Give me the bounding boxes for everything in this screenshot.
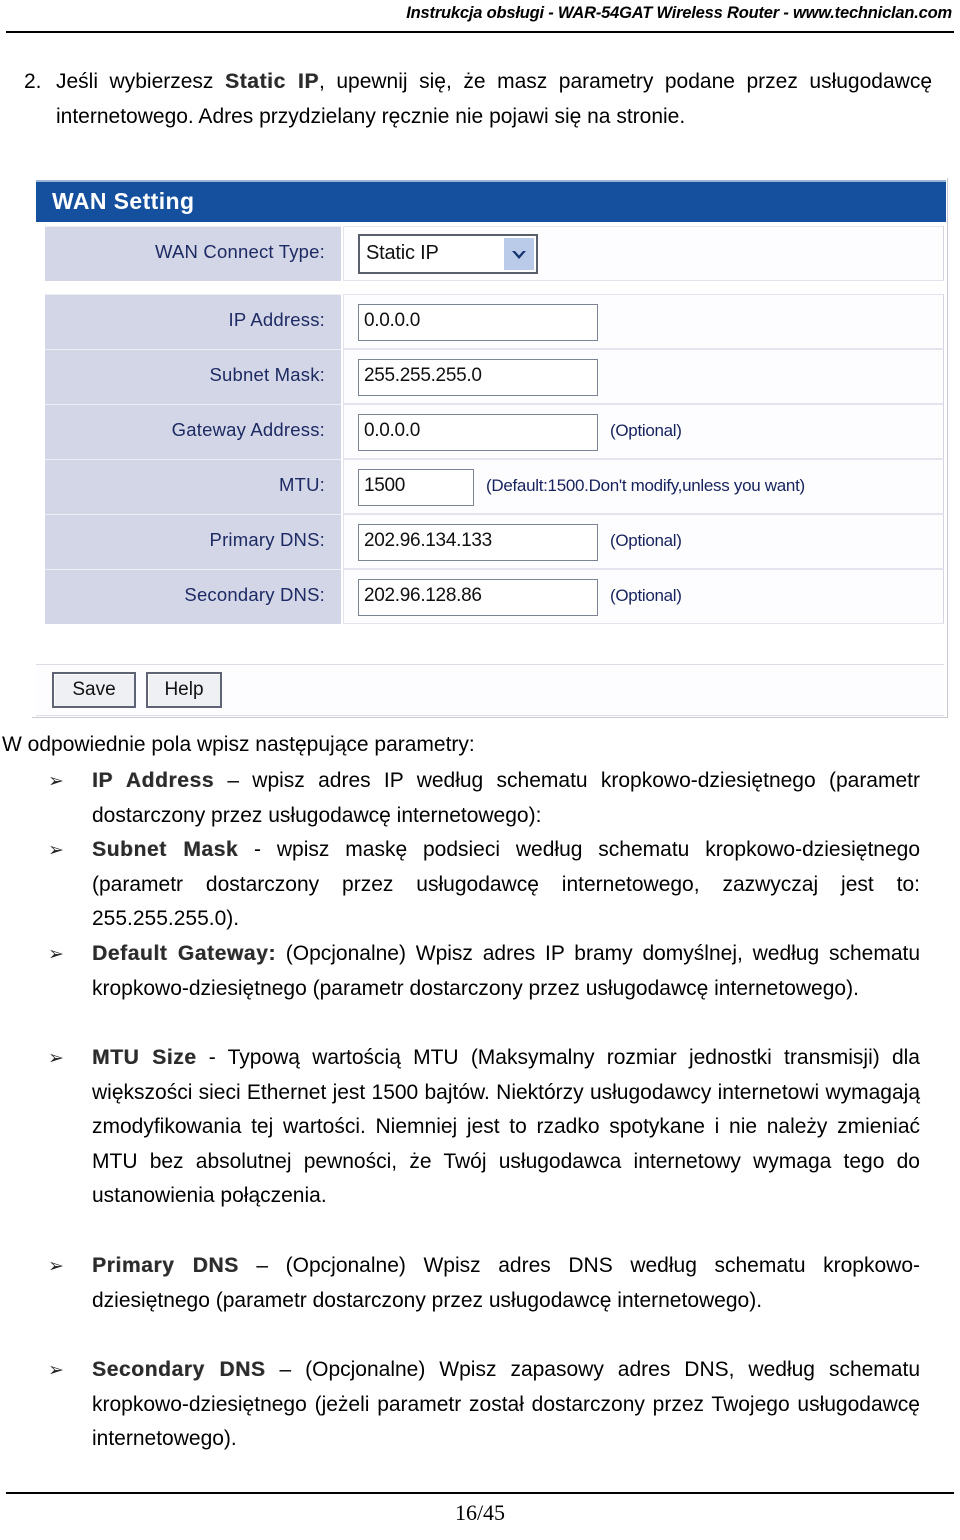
gateway-address-input[interactable]: 0.0.0.0	[358, 414, 598, 451]
running-head-text: Instrukcja obsługi - WAR-54GAT Wireless …	[406, 4, 952, 22]
mtu-hint: (Default:1500.Don't modify,unless you wa…	[486, 476, 805, 495]
gateway-address-hint: (Optional)	[610, 421, 682, 440]
bullet-mtu-size: ➢ MTU Size - Typową wartością MTU (Maksy…	[48, 1041, 920, 1214]
intro-text-before: Jeśli wybierzesz	[56, 70, 225, 93]
footer-rule	[6, 1492, 954, 1494]
row-secondary-dns: Secondary DNS: 202.96.128.86 (Optional)	[32, 569, 948, 624]
subnet-mask-input[interactable]: 255.255.255.0	[358, 359, 598, 396]
label-subnet-mask: Subnet Mask:	[209, 364, 325, 385]
row-wan-connect-type: WAN Connect Type: Static IP	[32, 226, 948, 281]
arrow-bullet-icon: ➢	[48, 839, 64, 861]
document-header: Instrukcja obsługi - WAR-54GAT Wireless …	[0, 0, 960, 40]
row-spacer	[32, 281, 948, 294]
ip-address-value: 0.0.0.0	[364, 310, 421, 331]
bullet-subnet-mask: ➢ Subnet Mask - wpisz maskę podsieci wed…	[48, 833, 920, 937]
bullet-keyword: Primary DNS	[92, 1254, 239, 1277]
bullet-rest: - Typową wartością MTU (Maksymalny rozmi…	[92, 1046, 920, 1207]
label-mtu: MTU:	[278, 474, 325, 495]
lead-line: W odpowiednie pola wpisz następujące par…	[2, 733, 475, 756]
primary-dns-value: 202.96.134.133	[364, 530, 492, 551]
label-ip-address: IP Address:	[228, 309, 325, 330]
arrow-bullet-icon: ➢	[48, 1359, 64, 1381]
header-rule	[6, 31, 954, 33]
label-gateway-address: Gateway Address:	[171, 419, 325, 440]
bullet-rest: – wpisz adres IP według schematu kropkow…	[92, 769, 920, 827]
wan-setting-form: WAN Connect Type: Static IP IP Address:	[32, 226, 948, 624]
secondary-dns-input[interactable]: 202.96.128.86	[358, 579, 598, 616]
value-cell-ip-address: 0.0.0.0	[343, 294, 944, 349]
bullet-keyword: MTU Size	[92, 1046, 197, 1069]
intro-paragraph: 2. Jeśli wybierzesz Static IP, upewnij s…	[24, 64, 932, 134]
mtu-input[interactable]: 1500	[358, 469, 474, 506]
value-cell-mtu: 1500 (Default:1500.Don't modify,unless y…	[343, 459, 944, 514]
label-cell-primary-dns: Primary DNS:	[45, 514, 341, 569]
secondary-dns-hint: (Optional)	[610, 586, 682, 605]
label-primary-dns: Primary DNS:	[209, 529, 325, 550]
bullet-text: Secondary DNS – (Opcjonalne) Wpisz zapas…	[92, 1353, 920, 1457]
intro-keyword: Static IP	[224, 70, 319, 93]
gateway-address-value: 0.0.0.0	[364, 420, 421, 441]
label-cell-ip-address: IP Address:	[45, 294, 341, 349]
bullet-text: MTU Size - Typową wartością MTU (Maksyma…	[92, 1041, 920, 1214]
panel-title: WAN Setting	[52, 188, 195, 214]
label-cell-secondary-dns: Secondary DNS:	[45, 569, 341, 624]
label-secondary-dns: Secondary DNS:	[184, 584, 325, 605]
bullet-keyword: Secondary DNS	[92, 1358, 266, 1381]
value-cell-wan-connect-type: Static IP	[343, 226, 944, 281]
secondary-dns-value: 202.96.128.86	[364, 585, 482, 606]
wan-connect-type-select[interactable]: Static IP	[358, 234, 538, 274]
bullet-primary-dns: ➢ Primary DNS – (Opcjonalne) Wpisz adres…	[48, 1249, 920, 1318]
panel-titlebar: WAN Setting	[36, 180, 946, 222]
label-cell-subnet-mask: Subnet Mask:	[45, 349, 341, 404]
arrow-bullet-icon: ➢	[48, 943, 64, 965]
label-cell-gateway-address: Gateway Address:	[45, 404, 341, 459]
row-subnet-mask: Subnet Mask: 255.255.255.0	[32, 349, 948, 404]
row-primary-dns: Primary DNS: 202.96.134.133 (Optional)	[32, 514, 948, 569]
bullet-text: Default Gateway: (Opcjonalne) Wpisz adre…	[92, 937, 920, 1006]
primary-dns-input[interactable]: 202.96.134.133	[358, 524, 598, 561]
chevron-down-icon[interactable]	[504, 238, 534, 270]
button-bar: Save Help	[36, 664, 944, 716]
primary-dns-hint: (Optional)	[610, 531, 682, 550]
bullet-ip-address: ➢ IP Address – wpisz adres IP według sch…	[48, 764, 920, 833]
bullet-secondary-dns: ➢ Secondary DNS – (Opcjonalne) Wpisz zap…	[48, 1353, 920, 1457]
subnet-mask-value: 255.255.255.0	[364, 365, 482, 386]
page-number: 16/45	[454, 1500, 506, 1525]
bullet-default-gateway: ➢ Default Gateway: (Opcjonalne) Wpisz ad…	[48, 937, 920, 1006]
document-footer: 16/45	[0, 1480, 960, 1540]
value-cell-secondary-dns: 202.96.128.86 (Optional)	[343, 569, 944, 624]
label-wan-connect-type: WAN Connect Type:	[155, 241, 325, 262]
value-cell-primary-dns: 202.96.134.133 (Optional)	[343, 514, 944, 569]
wan-setting-screenshot: WAN Setting WAN Connect Type: Static IP	[32, 178, 948, 718]
bullet-text: IP Address – wpisz adres IP według schem…	[92, 764, 920, 833]
help-button[interactable]: Help	[146, 672, 222, 708]
label-cell-mtu: MTU:	[45, 459, 341, 514]
value-cell-subnet-mask: 255.255.255.0	[343, 349, 944, 404]
bullet-text: Primary DNS – (Opcjonalne) Wpisz adres D…	[92, 1249, 920, 1318]
row-ip-address: IP Address: 0.0.0.0	[32, 294, 948, 349]
save-button[interactable]: Save	[52, 672, 136, 708]
bullet-text: Subnet Mask - wpisz maskę podsieci wedłu…	[92, 833, 920, 937]
label-cell-wan-connect-type: WAN Connect Type:	[45, 226, 341, 281]
row-gateway-address: Gateway Address: 0.0.0.0 (Optional)	[32, 404, 948, 459]
bullet-keyword: Default Gateway:	[92, 942, 276, 965]
wan-connect-type-selected-value: Static IP	[366, 242, 439, 264]
arrow-bullet-icon: ➢	[48, 770, 64, 792]
intro-paragraph-text: Jeśli wybierzesz Static IP, upewnij się,…	[56, 64, 932, 134]
mtu-value: 1500	[364, 475, 406, 496]
bullet-keyword: Subnet Mask	[92, 838, 239, 861]
arrow-bullet-icon: ➢	[48, 1047, 64, 1069]
intro-list-number: 2.	[24, 70, 42, 93]
row-mtu: MTU: 1500 (Default:1500.Don't modify,unl…	[32, 459, 948, 514]
bullet-keyword: IP Address	[92, 769, 215, 792]
arrow-bullet-icon: ➢	[48, 1255, 64, 1277]
value-cell-gateway-address: 0.0.0.0 (Optional)	[343, 404, 944, 459]
ip-address-input[interactable]: 0.0.0.0	[358, 304, 598, 341]
